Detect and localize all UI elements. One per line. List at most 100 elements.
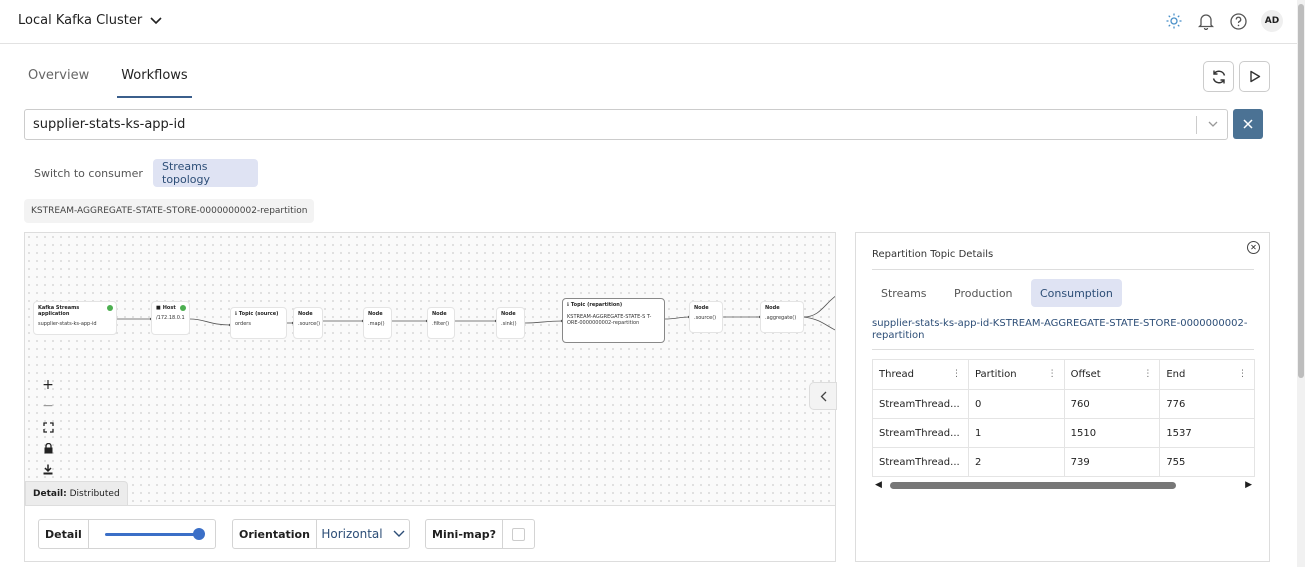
panel-title: Repartition Topic Details [872, 249, 994, 260]
graph-edges [117, 296, 835, 331]
detail-badge: Detail: Distributed [25, 481, 128, 505]
orientation-label: Orientation [233, 520, 317, 548]
node-body: /172.18.0.1 [156, 315, 185, 321]
column-header-offset[interactable]: Offset ⋮ [1063, 359, 1161, 390]
table-row[interactable]: StreamThread... 2 739 755 [872, 447, 1255, 477]
graph-node-source-topic[interactable]: ℹ Topic (source) orders [230, 307, 287, 339]
column-menu-icon[interactable]: ⋮ [1238, 369, 1247, 379]
graph-node-host[interactable]: ■ Host /172.18.0.1 [151, 301, 190, 335]
cell-thread: StreamThread... [872, 418, 969, 448]
download-icon[interactable] [38, 460, 58, 478]
node-body: .source() [694, 315, 717, 321]
graph-zoom-controls: + − [38, 376, 58, 478]
table-row[interactable]: StreamThread... 0 760 776 [872, 389, 1255, 419]
cell-offset: 739 [1063, 447, 1161, 477]
lock-icon[interactable] [38, 439, 58, 457]
column-menu-icon[interactable]: ⋮ [1048, 369, 1057, 379]
cell-thread: StreamThread... [872, 389, 969, 419]
bell-icon[interactable] [1197, 12, 1215, 30]
node-body: .source() [298, 321, 321, 327]
app-id-select[interactable]: supplier-stats-ks-app-id [24, 109, 1228, 140]
table-horizontal-scrollbar[interactable]: ◀ ▶ [872, 479, 1255, 491]
close-icon [1243, 119, 1253, 129]
info-icon: ℹ [567, 302, 569, 308]
graph-node-map[interactable]: Node .map() [363, 307, 392, 339]
cluster-selector[interactable]: Local Kafka Cluster [18, 13, 162, 28]
column-header-thread[interactable]: Thread ⋮ [872, 359, 969, 390]
run-button[interactable] [1239, 61, 1270, 92]
fit-view-icon[interactable] [38, 418, 58, 436]
graph-node-source-2[interactable]: Node .source() [689, 301, 723, 333]
server-icon: ■ [156, 305, 161, 311]
cell-partition: 0 [967, 389, 1065, 419]
sun-icon[interactable] [1165, 12, 1183, 30]
tab-consumption[interactable]: Consumption [1031, 279, 1122, 307]
column-header-partition[interactable]: Partition ⋮ [967, 359, 1065, 390]
clear-selection-button[interactable] [1233, 109, 1263, 139]
chevron-down-icon[interactable] [1207, 118, 1219, 130]
help-icon[interactable] [1229, 12, 1247, 30]
node-body: .aggregate() [765, 315, 797, 321]
node-title: Node [694, 305, 709, 311]
switch-to-consumer-button[interactable]: Switch to consumer [25, 159, 152, 187]
node-title: Node [501, 311, 516, 317]
cell-partition: 1 [967, 418, 1065, 448]
node-title: Host [162, 305, 176, 311]
graph-node-filter[interactable]: Node .filter() [427, 307, 455, 339]
avatar[interactable]: AD [1261, 10, 1283, 32]
node-title: Node [765, 305, 780, 311]
column-menu-icon[interactable]: ⋮ [1143, 369, 1152, 379]
zoom-in-icon[interactable]: + [38, 376, 58, 394]
refresh-icon [1212, 70, 1225, 83]
node-title: Kafka Streams application [38, 305, 80, 317]
node-title: Node [298, 311, 313, 317]
orientation-value: Horizontal [321, 527, 383, 541]
scroll-left-icon[interactable]: ◀ [875, 480, 882, 490]
table-row[interactable]: StreamThread... 1 1510 1537 [872, 418, 1255, 448]
page-scrollbar[interactable] [1297, 0, 1305, 567]
chevron-down-icon [150, 16, 162, 24]
graph-node-source[interactable]: Node .source() [293, 307, 323, 339]
cell-offset: 1510 [1063, 418, 1161, 448]
graph-node-aggregate[interactable]: Node .aggregate() [760, 301, 804, 333]
close-icon[interactable]: ✕ [1247, 241, 1260, 254]
cell-thread: StreamThread... [872, 447, 969, 477]
tab-production[interactable]: Production [945, 279, 1022, 307]
graph-node-repartition-topic[interactable]: ℹ Topic (repartition) KSTREAM-AGGREGATE-S… [562, 298, 665, 343]
orientation-select[interactable]: Horizontal [317, 527, 409, 541]
status-dot [180, 305, 186, 311]
node-title: Node [432, 311, 447, 317]
tab-streams[interactable]: Streams [872, 279, 936, 307]
refresh-button[interactable] [1203, 61, 1234, 92]
column-header-end[interactable]: End ⋮ [1159, 359, 1255, 390]
slider-thumb[interactable] [192, 528, 205, 540]
graph-node-sink[interactable]: Node .sink() [496, 307, 525, 339]
tab-overview[interactable]: Overview [24, 58, 93, 98]
cell-end: 1537 [1159, 418, 1255, 448]
chevron-down-icon [393, 530, 405, 537]
top-bar: Local Kafka Cluster AD [0, 0, 1297, 44]
app-id-value: supplier-stats-ks-app-id [33, 117, 186, 132]
main-tabs: Overview Workflows [24, 58, 216, 98]
minimap-checkbox[interactable] [512, 527, 526, 541]
collapse-panel-button[interactable] [809, 382, 837, 410]
zoom-out-icon[interactable]: − [38, 397, 58, 415]
topology-graph[interactable]: Kafka Streams application supplier-stats… [24, 232, 836, 506]
minimap-control: Mini-map? [425, 519, 535, 549]
node-body: .filter() [432, 321, 450, 327]
topic-name: supplier-stats-ks-app-id-KSTREAM-AGGREGA… [872, 318, 1248, 341]
chevron-left-icon [820, 391, 826, 401]
scroll-right-icon[interactable]: ▶ [1245, 480, 1252, 490]
tab-workflows[interactable]: Workflows [117, 58, 192, 98]
graph-controls: Detail Orientation Horizontal Mini-map? [24, 506, 836, 562]
streams-topology-button[interactable]: Streams topology [153, 159, 258, 187]
detail-control: Detail [38, 519, 216, 549]
status-dot [107, 305, 113, 311]
graph-node-app[interactable]: Kafka Streams application supplier-stats… [33, 301, 117, 335]
column-menu-icon[interactable]: ⋮ [952, 369, 961, 379]
node-body: .sink() [501, 321, 517, 327]
cell-partition: 2 [967, 447, 1065, 477]
detail-slider[interactable] [89, 520, 215, 548]
breadcrumb: KSTREAM-AGGREGATE-STATE-STORE-0000000002… [24, 199, 315, 223]
node-body: .map() [368, 321, 385, 327]
